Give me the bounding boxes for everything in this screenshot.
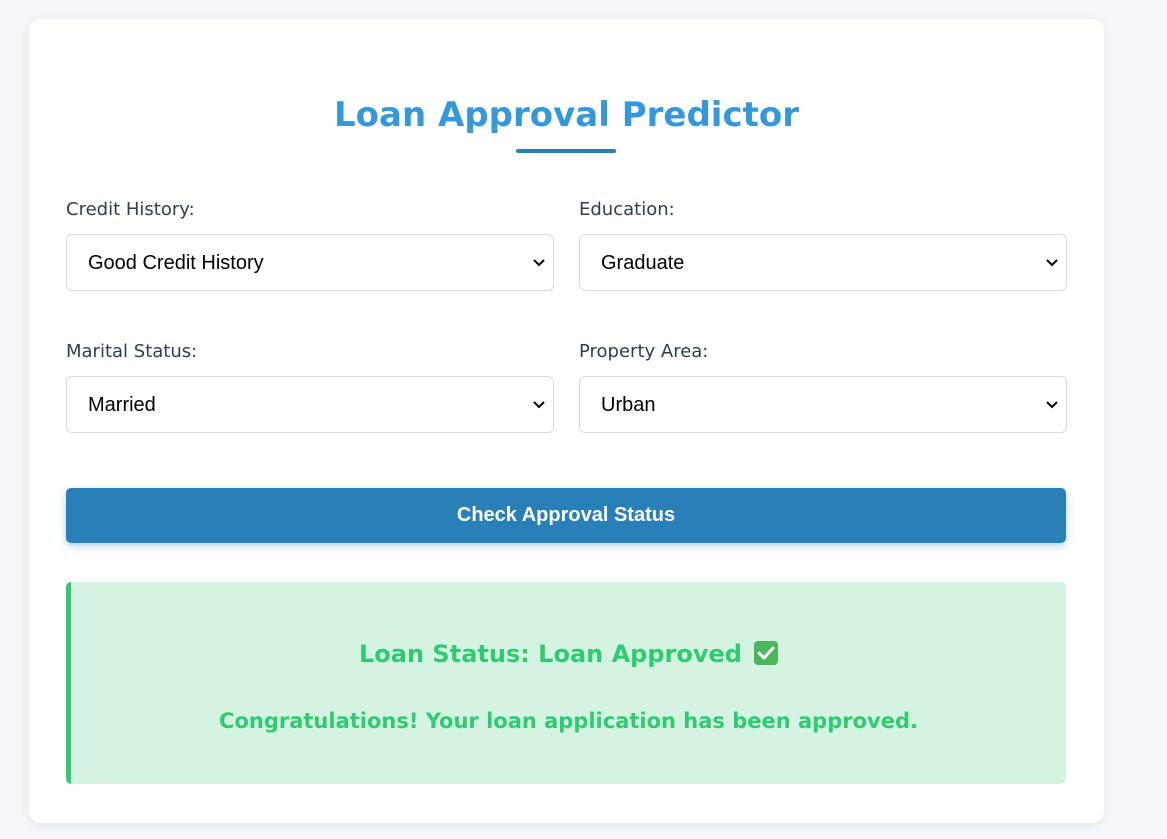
chevron-down-icon [533, 401, 545, 409]
credit-history-value: Good Credit History [88, 252, 264, 274]
loan-form-card: Loan Approval Predictor Credit History: … [29, 19, 1104, 823]
property-area-value: Urban [601, 394, 656, 416]
education-label: Education: [579, 199, 675, 220]
page-title: Loan Approval Predictor [334, 95, 799, 135]
education-select[interactable]: Graduate [579, 234, 1067, 291]
marital-status-select[interactable]: Married [66, 376, 554, 433]
credit-history-label: Credit History: [66, 199, 195, 220]
property-area-select[interactable]: Urban [579, 376, 1067, 433]
loan-status-heading: Loan Status: Loan Approved [71, 639, 1066, 669]
check-approval-button[interactable]: Check Approval Status [66, 488, 1066, 543]
chevron-down-icon [1046, 401, 1058, 409]
marital-status-label: Marital Status: [66, 341, 198, 362]
marital-status-value: Married [88, 394, 156, 416]
property-area-label: Property Area: [579, 341, 709, 362]
chevron-down-icon [533, 259, 545, 267]
title-underline [516, 149, 616, 153]
education-value: Graduate [601, 252, 685, 274]
chevron-down-icon [1046, 259, 1058, 267]
check-approval-button-label: Check Approval Status [456, 504, 676, 526]
credit-history-select[interactable]: Good Credit History [66, 234, 554, 291]
loan-status-message: Congratulations! Your loan application h… [219, 709, 918, 733]
check-mark-icon [753, 641, 778, 665]
result-panel: Loan Status: Loan Approved Congratulatio… [66, 582, 1066, 784]
loan-status-text: Loan Status: Loan Approved [359, 640, 742, 668]
